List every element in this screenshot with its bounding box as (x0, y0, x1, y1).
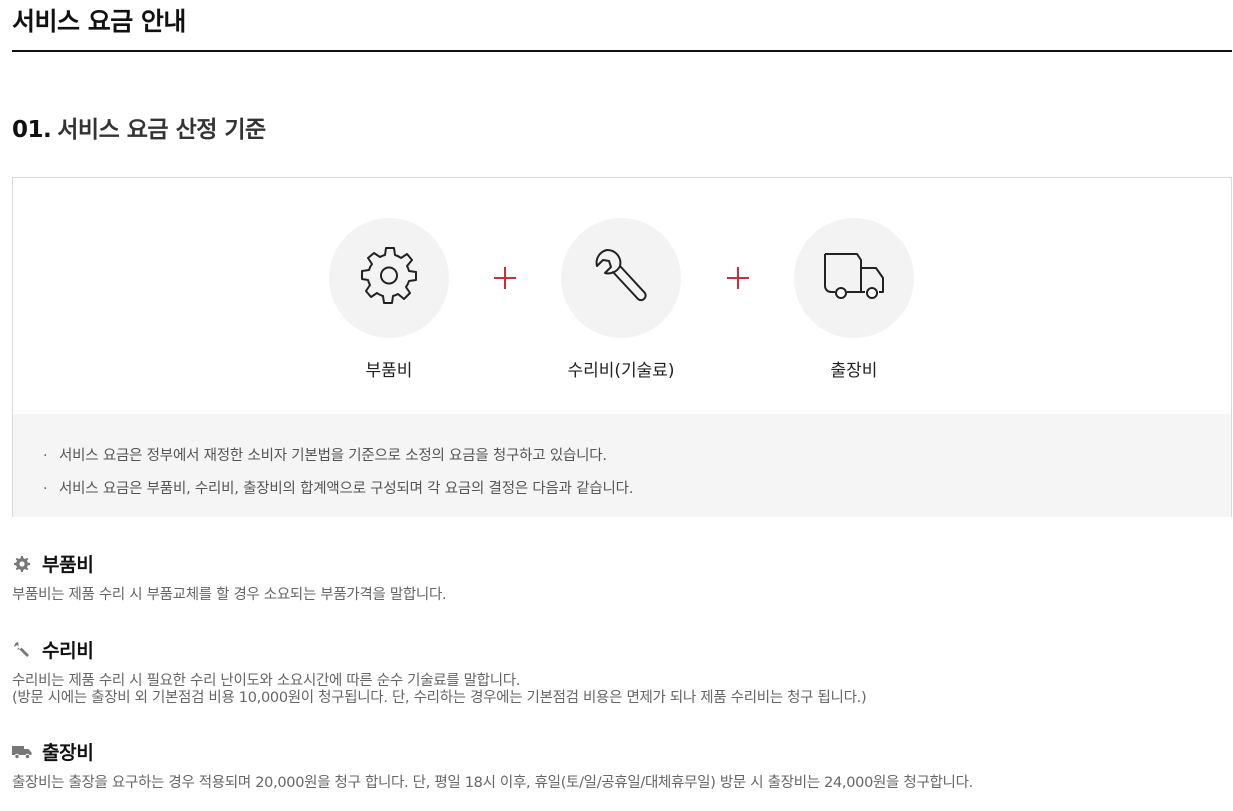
detail-parts: 부품비 부품비는 제품 수리 시 부품교체를 할 경우 소요되는 부품가격을 말… (12, 550, 1227, 604)
section-title: 서비스 요금 산정 기준 (57, 117, 266, 143)
note-item: 서비스 요금은 정부에서 재정한 소비자 기본법을 기준으로 소정의 요금을 청… (43, 440, 1231, 473)
title-divider (12, 50, 1232, 52)
detail-title-text: 수리비 (42, 640, 94, 662)
section-number: 01. (12, 117, 52, 143)
fee-label-repair: 수리비(기술료) (567, 361, 675, 381)
note-item: 서비스 요금은 부품비, 수리비, 출장비의 합계액으로 구성되며 각 요금의 … (43, 473, 1231, 506)
page-title: 서비스 요금 안내 (12, 7, 186, 36)
fee-circle-parts (329, 218, 449, 338)
fee-label-travel: 출장비 (830, 361, 878, 381)
wrench-icon (589, 244, 653, 312)
detail-text-repair: 수리비는 제품 수리 시 필요한 수리 난이도와 소요시간에 따른 순수 기술료… (12, 673, 1227, 707)
fee-notes: 서비스 요금은 정부에서 재정한 소비자 기본법을 기준으로 소정의 요금을 청… (13, 414, 1231, 517)
fee-circle-travel (794, 218, 914, 338)
truck-icon (821, 250, 887, 306)
plus-icon (723, 263, 753, 293)
detail-text-travel: 출장비는 출장을 요구하는 경우 적용되며 20,000원을 청구 합니다. 단… (12, 775, 973, 791)
fee-item-travel: 출장비 (754, 218, 954, 381)
detail-travel: 출장비 출장비는 출장을 요구하는 경우 적용되며 20,000원을 청구 합니… (12, 738, 1227, 792)
detail-title-text: 출장비 (42, 742, 94, 764)
detail-text-line: (방문 시에는 출장비 외 기본점검 비용 10,000원이 청구됩니다. 단,… (12, 690, 867, 706)
detail-title-parts: 부품비 (12, 550, 1227, 577)
fee-label-parts: 부품비 (365, 361, 413, 381)
truck-icon (12, 742, 32, 762)
detail-title-travel: 출장비 (12, 738, 1227, 765)
fee-circle-repair (561, 218, 681, 338)
detail-text-line: 수리비는 제품 수리 시 필요한 수리 난이도와 소요시간에 따른 순수 기술료… (12, 673, 521, 689)
detail-title-repair: 수리비 (12, 636, 1227, 663)
gear-icon (12, 554, 32, 574)
section-heading: 01. 서비스 요금 산정 기준 (12, 110, 266, 144)
plus-icon (490, 263, 520, 293)
wrench-icon (12, 640, 32, 660)
fee-formula-box: 부품비 수리비(기술료) 출장비 · 서비스 요금은 정부에서 재정한 소비자 … (12, 177, 1232, 517)
detail-title-text: 부품비 (42, 554, 94, 576)
fee-item-parts: 부품비 (289, 218, 489, 381)
detail-text-parts: 부품비는 제품 수리 시 부품교체를 할 경우 소요되는 부품가격을 말합니다. (12, 587, 447, 603)
fee-item-repair: 수리비(기술료) (521, 218, 721, 381)
detail-repair: 수리비 수리비는 제품 수리 시 필요한 수리 난이도와 소요시간에 따른 순수… (12, 636, 1227, 707)
gear-icon (359, 246, 419, 310)
